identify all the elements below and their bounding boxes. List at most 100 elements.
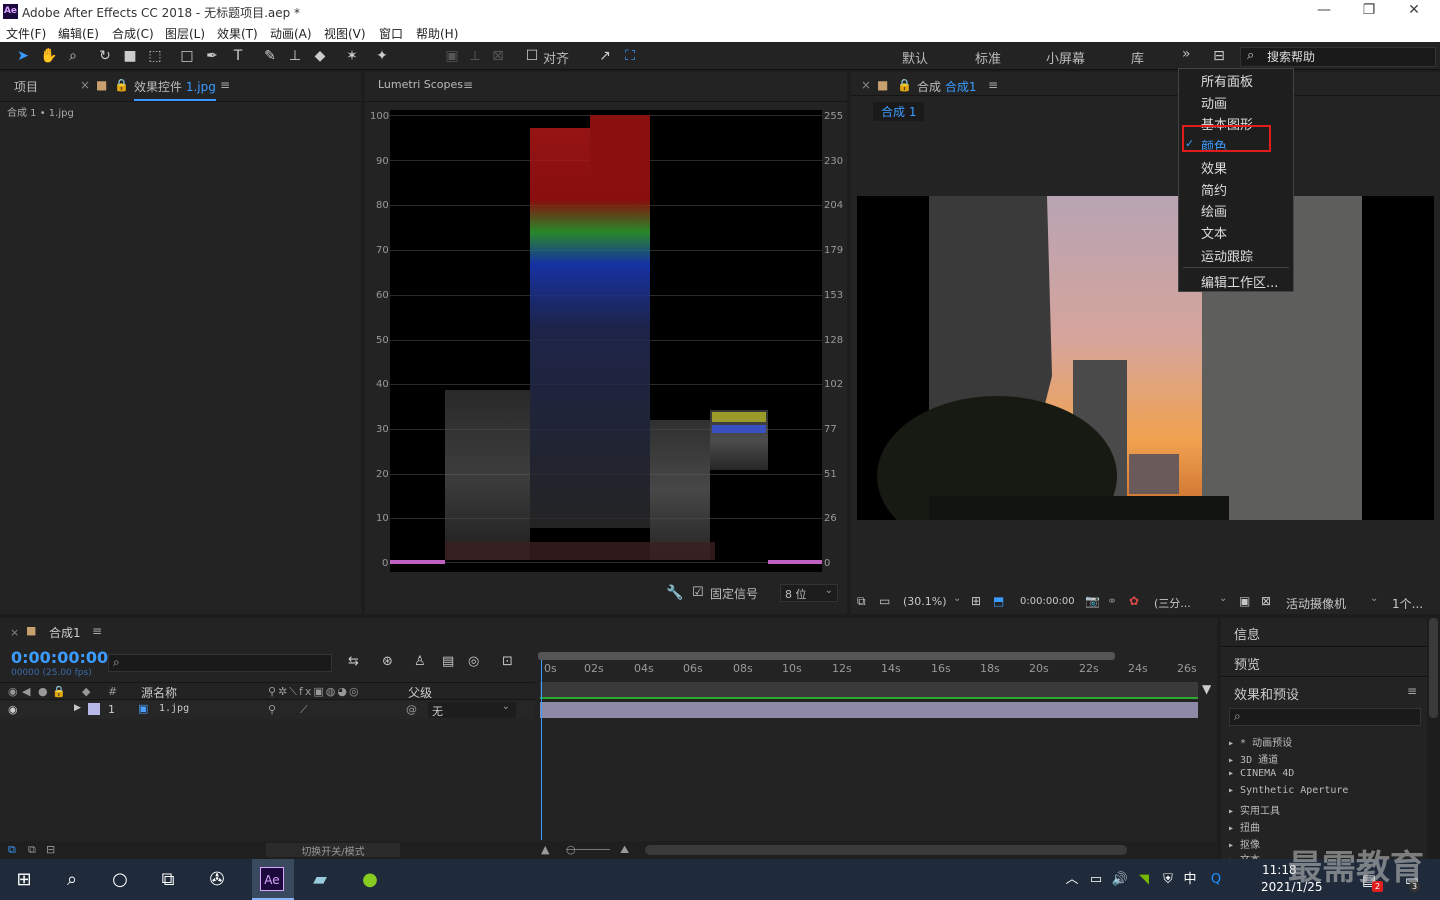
pan-behind-tool-icon[interactable]: ⬚: [146, 47, 164, 65]
views-select[interactable]: 1个...: [1392, 595, 1423, 612]
zoom-out-icon[interactable]: ▲: [541, 843, 549, 856]
list-item[interactable]: ▸ * 动画预设: [1228, 734, 1292, 749]
effects-search-input[interactable]: ⌕: [1229, 708, 1421, 726]
time-ruler[interactable]: 0s 02s 04s 06s 08s 10s 12s 14s 16s 18s 2…: [538, 660, 1200, 682]
align-checkbox-icon[interactable]: ☐: [523, 47, 541, 65]
snapshot-icon[interactable]: 📷: [1085, 594, 1100, 608]
menu-edit[interactable]: 编辑(E): [58, 25, 99, 42]
frame-blending-icon[interactable]: ▤: [442, 654, 454, 669]
menu-item-effects[interactable]: 效果: [1201, 158, 1227, 177]
comp-menu-icon[interactable]: ≡: [988, 78, 998, 92]
lock-switch-icon[interactable]: 🔒: [52, 685, 66, 698]
menu-composition[interactable]: 合成(C): [112, 25, 154, 42]
tab-composition[interactable]: 合成 合成1: [917, 78, 976, 95]
selection-tool-icon[interactable]: ➤: [14, 47, 32, 65]
axis-world-icon[interactable]: ⟂: [466, 47, 484, 65]
table-row[interactable]: ◉ ▶ 1 ▣ 1.jpg ⚲ ⟋ @ 无 ⌄: [0, 701, 535, 719]
menu-effect[interactable]: 效果(T): [217, 25, 258, 42]
draft-3d-icon[interactable]: ⊛: [382, 654, 393, 669]
tab-lumetri-scopes[interactable]: Lumetri Scopes: [378, 78, 463, 91]
preview-panel-tab[interactable]: 预览: [1234, 654, 1260, 673]
menu-item-edit-workspaces[interactable]: 编辑工作区...: [1201, 272, 1278, 291]
notepad-app-icon[interactable]: ▰: [306, 866, 334, 894]
list-item[interactable]: ▸ CINEMA 4D: [1228, 768, 1294, 779]
green-app-icon[interactable]: ●: [356, 866, 384, 894]
qq-icon[interactable]: Q: [1202, 866, 1230, 894]
camera-tool-icon[interactable]: ■: [121, 47, 139, 65]
comp-timecode[interactable]: 0:00:00:00: [1020, 596, 1075, 607]
transparency-grid-icon[interactable]: ⊠: [1261, 594, 1271, 608]
close-tab-icon[interactable]: ×: [10, 626, 19, 639]
brush-tool-icon[interactable]: ✎: [261, 47, 279, 65]
roto-brush-tool-icon[interactable]: ✶: [343, 47, 361, 65]
panel-menu-icon[interactable]: ≡: [220, 78, 230, 92]
motion-blur-icon[interactable]: ◎: [468, 654, 479, 669]
snap-icon[interactable]: ↗: [596, 47, 614, 65]
lock-icon[interactable]: 🔒: [114, 78, 129, 92]
snap-options-icon[interactable]: ⛶: [621, 47, 639, 65]
ime-indicator[interactable]: 中: [1176, 866, 1204, 894]
menu-item-text[interactable]: 文本: [1201, 223, 1227, 242]
region-of-interest-icon[interactable]: ▣: [1239, 594, 1250, 608]
menu-view[interactable]: 视图(V): [324, 25, 366, 42]
layer-label-color[interactable]: [88, 703, 100, 715]
right-panel-scrollbar[interactable]: [1429, 618, 1438, 718]
menu-item-all-panels[interactable]: 所有面板: [1201, 71, 1253, 90]
audio-switch-icon[interactable]: ◀: [22, 685, 30, 698]
puppet-pin-tool-icon[interactable]: ✦: [373, 47, 391, 65]
layer-switches-icon[interactable]: ⧉: [8, 843, 16, 857]
windows-start-icon[interactable]: ⊞: [10, 866, 38, 894]
mask-visibility-icon[interactable]: ⬒: [993, 594, 1004, 608]
comp-viewer[interactable]: [857, 196, 1434, 520]
menu-item-animation[interactable]: 动画: [1201, 93, 1227, 112]
playhead[interactable]: [541, 660, 542, 840]
cortana-icon[interactable]: ○: [106, 866, 134, 894]
hide-shy-layers-icon[interactable]: ♙: [414, 654, 426, 669]
clamp-signal-checkbox[interactable]: ☑: [692, 585, 704, 600]
menu-item-minimal[interactable]: 简约: [1201, 180, 1227, 199]
list-item[interactable]: ▸ 3D 通道: [1228, 751, 1278, 766]
tab-effect-controls[interactable]: 效果控件 1.jpg: [134, 78, 216, 101]
column-parent[interactable]: 父级: [408, 684, 432, 701]
list-item[interactable]: ▸ 抠像: [1228, 836, 1260, 851]
work-area-bar[interactable]: [538, 652, 1115, 660]
menu-window[interactable]: 窗口: [379, 25, 403, 42]
video-switch-icon[interactable]: ◉: [8, 685, 18, 698]
eraser-tool-icon[interactable]: ◆: [311, 47, 329, 65]
graph-editor-icon[interactable]: ⊡: [502, 654, 513, 669]
layer-duration-bar[interactable]: [540, 702, 1198, 718]
menu-help[interactable]: 帮助(H): [416, 25, 458, 42]
menu-animation[interactable]: 动画(A): [270, 25, 312, 42]
channel-icon[interactable]: ✿: [1129, 594, 1139, 608]
workspace-small-screen[interactable]: 小屏幕: [1046, 48, 1085, 67]
shy-switch-icon[interactable]: ⚲: [268, 703, 276, 716]
layer-search-input[interactable]: ⌕: [108, 654, 332, 672]
comp-end-marker-icon[interactable]: ▼: [1202, 682, 1211, 696]
safe-margins-icon[interactable]: ⊞: [971, 594, 981, 608]
workspace-standard[interactable]: 标准: [975, 48, 1001, 67]
tab-timeline-comp[interactable]: 合成1: [49, 624, 81, 641]
list-item[interactable]: ▸ 扭曲: [1228, 819, 1260, 834]
text-tool-icon[interactable]: T: [229, 47, 247, 65]
parent-select[interactable]: 无 ⌄: [428, 701, 516, 718]
comp-subtab[interactable]: 合成 1: [873, 102, 925, 121]
menu-item-paint[interactable]: 绘画: [1201, 201, 1227, 220]
always-preview-icon[interactable]: ⧉: [857, 594, 866, 609]
show-snapshot-icon[interactable]: ⚭: [1107, 594, 1117, 608]
column-source-name[interactable]: 源名称: [141, 684, 177, 701]
menu-item-motion-tracking[interactable]: 运动跟踪: [1201, 246, 1253, 265]
timeline-scrollbar[interactable]: [645, 845, 1127, 855]
help-search-input[interactable]: 搜索帮助: [1240, 47, 1436, 67]
sync-settings-icon[interactable]: ⊟: [1210, 47, 1228, 65]
workspace-libraries[interactable]: 库: [1131, 48, 1144, 67]
taskbar-ae-button[interactable]: Ae: [252, 859, 294, 900]
fan-app-icon[interactable]: ✇: [203, 866, 231, 894]
menu-layer[interactable]: 图层(L): [165, 25, 205, 42]
camera-select[interactable]: 活动摄像机: [1286, 595, 1346, 612]
wrench-icon[interactable]: 🔧: [666, 585, 683, 601]
toggle-switches-modes-button[interactable]: 切换开关/模式: [266, 843, 400, 858]
effects-menu-icon[interactable]: ≡: [1407, 684, 1417, 698]
workspace-overflow-button[interactable]: »: [1182, 46, 1191, 62]
in-out-icon[interactable]: ⊟: [46, 843, 55, 856]
tab-project[interactable]: 项目: [14, 78, 38, 95]
